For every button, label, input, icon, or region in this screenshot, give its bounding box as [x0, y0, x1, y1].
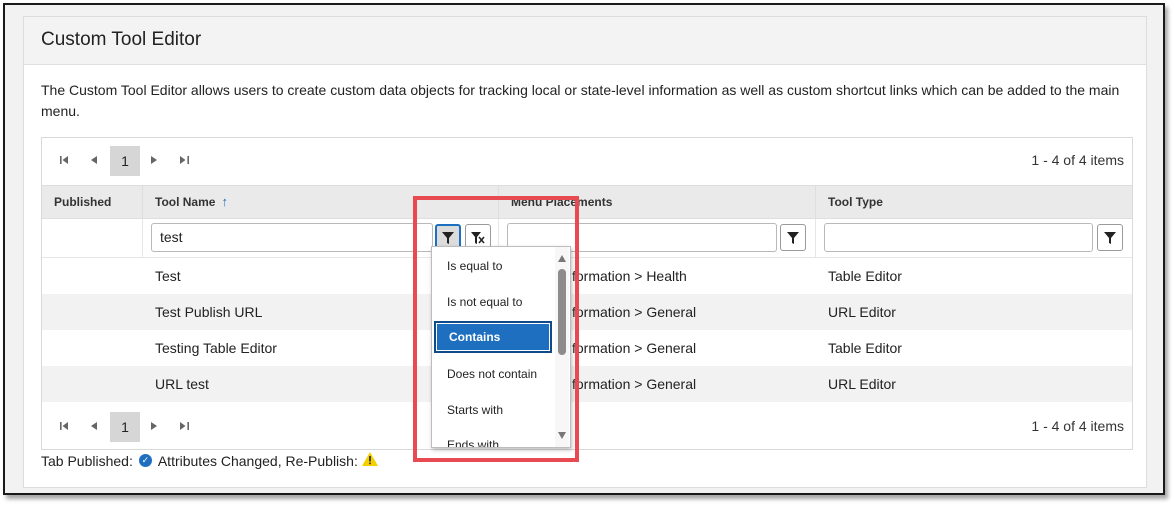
cell-tool-type: URL Editor — [828, 376, 896, 392]
dropdown-scrollbar[interactable] — [555, 247, 569, 447]
first-page-icon[interactable] — [54, 150, 74, 170]
next-page-icon[interactable] — [144, 416, 164, 436]
column-header-label: Tool Type — [828, 195, 883, 209]
column-header-label: Menu Placements — [511, 195, 613, 209]
prev-page-icon[interactable] — [84, 416, 104, 436]
screenshot-frame: Custom Tool Editor The Custom Tool Edito… — [3, 3, 1165, 495]
panel-description: The Custom Tool Editor allows users to c… — [41, 82, 1120, 119]
column-header-tool-name[interactable]: Tool Name ↑ — [143, 186, 499, 220]
scroll-down-icon[interactable] — [558, 432, 566, 439]
filter-cell-tool-type — [816, 219, 1134, 258]
table-row[interactable]: Test formation > Health Table Editor — [42, 258, 1132, 294]
tool-name-filter-input[interactable]: test — [151, 223, 433, 252]
filter-operator-option-selected[interactable]: Contains — [434, 321, 552, 353]
scroll-up-icon[interactable] — [558, 255, 566, 262]
filter-operator-option[interactable]: Is not equal to — [434, 286, 552, 318]
cell-tool-type: Table Editor — [828, 340, 902, 356]
custom-tool-editor-panel: Custom Tool Editor The Custom Tool Edito… — [23, 16, 1147, 488]
table-row[interactable]: Testing Table Editor formation > General… — [42, 330, 1132, 366]
grid-header: Published Tool Name ↑ Menu Placements Too… — [42, 185, 1134, 220]
column-header-label: Tool Name — [155, 195, 216, 209]
filter-icon[interactable] — [780, 224, 806, 251]
pager-top: 1 1 - 4 of 4 items — [42, 138, 1132, 182]
column-header-published[interactable]: Published — [42, 186, 143, 220]
cell-published — [42, 294, 143, 330]
last-page-icon[interactable] — [174, 150, 194, 170]
next-page-icon[interactable] — [144, 150, 164, 170]
page-title: Custom Tool Editor — [41, 29, 202, 50]
filter-row: test — [42, 219, 1132, 258]
filter-operator-option[interactable]: Does not contain — [434, 358, 552, 390]
panel-header: Custom Tool Editor — [24, 17, 1146, 65]
filter-operator-dropdown: Is equal to Is not equal to Contains Doe… — [431, 246, 571, 448]
filter-icon[interactable] — [1097, 224, 1123, 251]
cell-published — [42, 258, 143, 294]
filter-operator-option[interactable]: Ends with — [434, 429, 552, 447]
filter-operator-option[interactable]: Is equal to — [434, 250, 552, 282]
pager-info: 1 - 4 of 4 items — [1031, 418, 1124, 434]
cell-published — [42, 366, 143, 402]
tool-type-filter-input[interactable] — [824, 223, 1093, 252]
pager-bottom: 1 1 - 4 of 4 items — [42, 404, 1132, 448]
page-number-button[interactable]: 1 — [110, 146, 140, 176]
column-header-menu-placements[interactable]: Menu Placements — [499, 186, 816, 220]
table-row[interactable]: Test Publish URL formation > General URL… — [42, 294, 1132, 330]
filter-cell-published — [42, 219, 143, 258]
column-header-tool-type[interactable]: Tool Type — [816, 186, 1134, 220]
status-legend: Tab Published: ✓ Attributes Changed, Re-… — [41, 452, 378, 469]
check-circle-icon: ✓ — [138, 454, 152, 467]
first-page-icon[interactable] — [54, 416, 74, 436]
legend-attributes-changed-label: Attributes Changed, Re-Publish: — [157, 452, 358, 469]
column-header-label: Published — [54, 195, 112, 209]
prev-page-icon[interactable] — [84, 150, 104, 170]
pager-info: 1 - 4 of 4 items — [1031, 152, 1124, 168]
warning-icon — [361, 452, 378, 469]
sort-ascending-icon: ↑ — [221, 194, 228, 209]
cell-tool-type: URL Editor — [828, 304, 896, 320]
filter-operator-option[interactable]: Starts with — [434, 394, 552, 426]
last-page-icon[interactable] — [174, 416, 194, 436]
cell-tool-type: Table Editor — [828, 268, 902, 284]
tools-grid: 1 1 - 4 of 4 items Published Tool Name ↑ … — [41, 137, 1133, 450]
legend-tab-published-label: Tab Published: — [41, 452, 133, 469]
table-row[interactable]: URL test formation > General URL Editor — [42, 366, 1132, 402]
page-number-button[interactable]: 1 — [110, 412, 140, 442]
scroll-thumb[interactable] — [558, 269, 566, 355]
cell-published — [42, 330, 143, 366]
